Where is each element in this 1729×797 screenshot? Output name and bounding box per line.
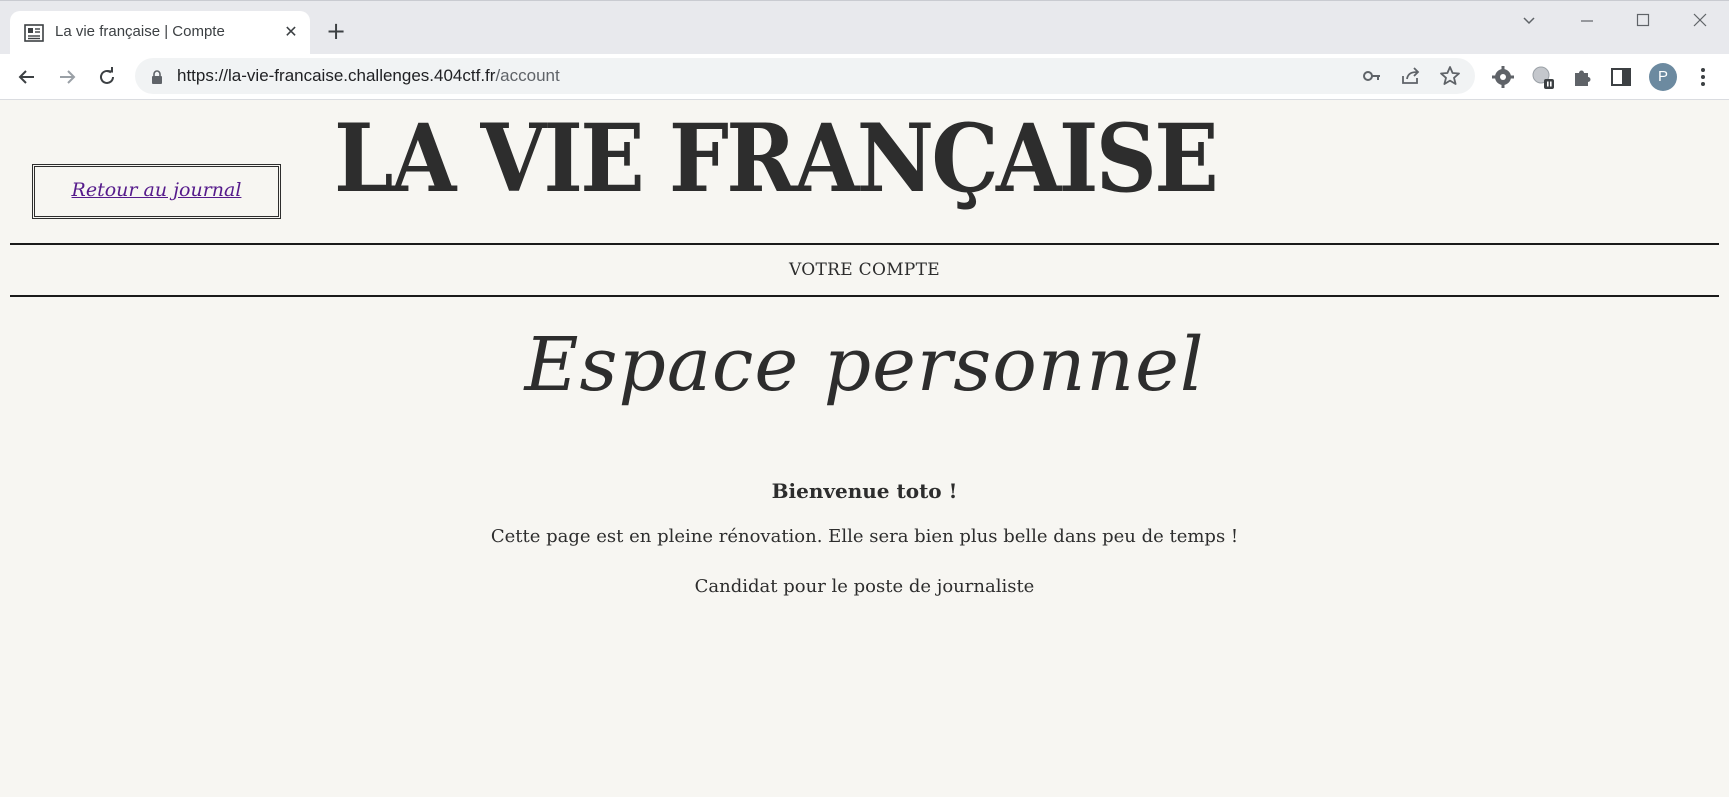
browser-tab-strip: La vie française | Compte ✕ +	[0, 0, 1729, 55]
back-arrow-icon[interactable]	[13, 63, 41, 91]
extensions-puzzle-icon[interactable]	[1570, 64, 1596, 90]
lock-icon	[151, 69, 163, 84]
bottom-divider	[10, 295, 1719, 297]
url-path: /account	[495, 66, 560, 85]
extension-gear-icon[interactable]	[1490, 64, 1516, 90]
share-icon[interactable]	[1399, 64, 1423, 88]
menu-kebab-icon[interactable]	[1690, 64, 1716, 90]
section-label: VOTRE COMPTE	[788, 260, 940, 280]
tab-title: La vie française | Compte	[55, 23, 225, 40]
top-divider	[10, 243, 1719, 245]
back-to-journal-link[interactable]: Retour au journal	[72, 179, 242, 201]
bookmark-star-icon[interactable]	[1438, 64, 1462, 88]
candidate-role: Candidat pour le poste de journaliste	[694, 576, 1035, 597]
reload-icon[interactable]	[93, 63, 121, 91]
welcome-message: Bienvenue toto !	[771, 479, 958, 503]
back-to-journal-box: Retour au journal	[32, 164, 281, 219]
minimize-icon[interactable]	[1567, 9, 1607, 35]
tab-close-icon[interactable]: ✕	[280, 21, 302, 43]
masthead-title: LA VIE FRANÇAISE	[334, 104, 1219, 214]
maximize-icon[interactable]	[1623, 9, 1663, 35]
browser-toolbar: https://la-vie-francaise.challenges.404c…	[0, 54, 1729, 100]
newspaper-icon	[24, 24, 44, 42]
tab-search-icon[interactable]	[1509, 9, 1549, 35]
profile-avatar[interactable]: P	[1649, 63, 1677, 91]
url-host: https://la-vie-francaise.challenges.404c…	[177, 66, 496, 85]
side-panel-icon[interactable]	[1608, 64, 1634, 90]
page-heading: Espace personnel	[524, 322, 1205, 408]
page-content: Retour au journal LA VIE FRANÇAISE VOTRE…	[0, 100, 1729, 797]
new-tab-button[interactable]: +	[324, 19, 348, 43]
forward-arrow-icon[interactable]	[53, 63, 81, 91]
renovation-notice: Cette page est en pleine rénovation. Ell…	[490, 526, 1239, 547]
browser-tab[interactable]: La vie française | Compte ✕	[10, 11, 310, 55]
close-window-icon[interactable]	[1680, 9, 1720, 35]
key-icon[interactable]	[1360, 64, 1384, 88]
address-bar[interactable]: https://la-vie-francaise.challenges.404c…	[135, 58, 1475, 94]
url-text: https://la-vie-francaise.challenges.404c…	[177, 66, 560, 86]
extension-globe-icon[interactable]	[1530, 64, 1556, 90]
